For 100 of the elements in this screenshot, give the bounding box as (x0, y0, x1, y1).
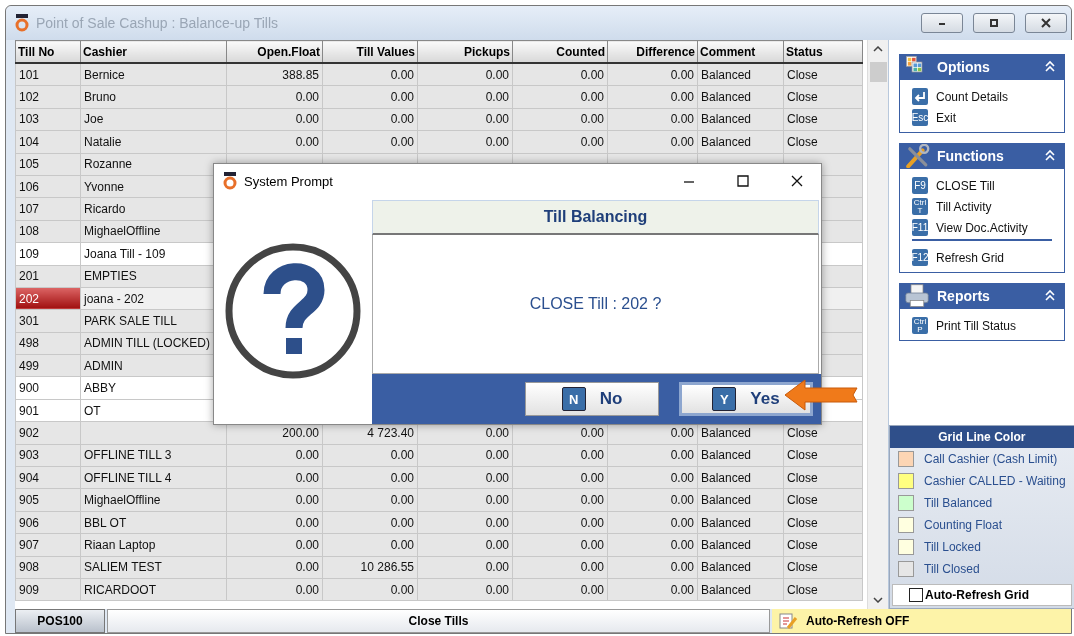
table-cell: 0.00 (512, 466, 608, 489)
panel-header[interactable]: Reports (899, 283, 1065, 309)
table-cell: 900 (15, 376, 81, 400)
table-cell: 0.00 (322, 466, 418, 489)
panel-title: Reports (937, 288, 990, 304)
menu-item[interactable]: F9 CLOSE Till (912, 177, 1052, 194)
menu-item[interactable]: Ctrl P Print Till Status (912, 317, 1052, 334)
legend-label: Counting Float (924, 518, 1003, 532)
table-row[interactable]: 101 Bernice 388.85 0.00 0.00 0.00 0.00 Balanced Close (15, 63, 863, 86)
table-cell: 908 (15, 556, 81, 579)
table-cell: 0.00 (512, 488, 608, 512)
close-icon[interactable] (1039, 16, 1053, 30)
table-cell: Close (783, 533, 863, 557)
table-row[interactable]: 907 Riaan Laptop 0.00 0.00 0.00 0.00 0.00 Balanced Close (15, 533, 863, 557)
table-cell: Close (783, 488, 863, 512)
table-cell: 0.00 (417, 108, 513, 131)
table-cell: 0.00 (417, 488, 513, 512)
menu-item[interactable]: F12 Refresh Grid (912, 249, 1052, 266)
table-cell: 0.00 (226, 556, 323, 579)
table-cell: 0.00 (417, 130, 513, 154)
table-cell: 0.00 (322, 444, 418, 467)
table-cell: 0.00 (607, 63, 698, 86)
table-cell: 102 (15, 85, 81, 109)
restore-icon[interactable] (987, 16, 1001, 30)
key-icon: F9 (912, 177, 928, 194)
table-cell: 0.00 (226, 533, 323, 557)
table-cell: 109 (15, 242, 81, 265)
menu-item[interactable]: F11 View Doc.Activity (912, 219, 1052, 241)
table-cell: 101 (15, 63, 81, 86)
table-cell: 0.00 (512, 533, 608, 557)
close-button[interactable] (1025, 13, 1067, 33)
table-cell: Bernice (80, 63, 227, 86)
table-cell: 903 (15, 444, 81, 467)
table-row[interactable]: 103 Joe 0.00 0.00 0.00 0.00 0.00 Balanced Close (15, 108, 863, 131)
dialog-title: System Prompt (244, 173, 334, 189)
column-header[interactable]: Open.Float (226, 40, 323, 63)
column-header[interactable]: Difference (607, 40, 698, 63)
close-icon[interactable] (790, 174, 804, 188)
table-cell: 0.00 (607, 108, 698, 131)
table-cell: 105 (15, 153, 81, 176)
table-row[interactable]: 104 Natalie 0.00 0.00 0.00 0.00 0.00 Balanced Close (15, 130, 863, 154)
restore-button[interactable] (973, 13, 1015, 33)
column-header[interactable]: Pickups (417, 40, 513, 63)
window-title: Point of Sale Cashup : Balance-up Tills (36, 15, 280, 31)
column-header[interactable]: Status (783, 40, 863, 63)
key-icon: Esc (912, 109, 928, 126)
table-cell: Riaan Laptop (80, 533, 227, 557)
table-cell: 10 286.55 (322, 556, 418, 579)
table-cell: MighaelOffline (80, 488, 227, 512)
table-cell: Close (783, 466, 863, 489)
column-header[interactable]: Till Values (322, 40, 418, 63)
auto-refresh-checkbox[interactable]: Auto-Refresh Grid (892, 584, 1072, 606)
table-row[interactable]: 908 SALIEM TEST 0.00 10 286.55 0.00 0.00 0.00 Balanced Close (15, 556, 863, 579)
table-row[interactable]: 904 OFFLINE TILL 4 0.00 0.00 0.00 0.00 0.00 Balanced Close (15, 466, 863, 489)
table-cell: 0.00 (226, 466, 323, 489)
column-header[interactable]: Till No (15, 40, 81, 63)
table-row[interactable]: 903 OFFLINE TILL 3 0.00 0.00 0.00 0.00 0.00 Balanced Close (15, 444, 863, 467)
menu-item[interactable]: Ctrl T Till Activity (912, 198, 1052, 215)
document-edit-icon (778, 612, 798, 630)
column-header[interactable]: Counted (512, 40, 608, 63)
scrollbar[interactable] (867, 40, 888, 609)
column-header[interactable]: Comment (697, 40, 784, 63)
table-row[interactable]: 102 Bruno 0.00 0.00 0.00 0.00 0.00 Balanced Close (15, 85, 863, 109)
table-cell: Balanced (697, 63, 784, 86)
collapse-icon[interactable] (1044, 289, 1055, 301)
table-cell: 0.00 (512, 63, 608, 86)
table-cell: Close (783, 444, 863, 467)
table-cell: 0.00 (607, 444, 698, 467)
table-cell: Balanced (697, 488, 784, 512)
table-cell: 0.00 (322, 488, 418, 512)
table-cell: 202 (15, 287, 81, 310)
dialog-button[interactable]: Y Yes (679, 382, 813, 416)
table-row[interactable]: 909 RICARDOOT 0.00 0.00 0.00 0.00 0.00 Balanced Close (15, 578, 863, 601)
table-row[interactable]: 905 MighaelOffline 0.00 0.00 0.00 0.00 0.00 Balanced Close (15, 488, 863, 512)
table-cell: 0.00 (226, 108, 323, 131)
scroll-thumb[interactable] (869, 62, 887, 82)
maximize-icon[interactable] (736, 174, 750, 188)
table-row[interactable]: 906 BBL OT 0.00 0.00 0.00 0.00 0.00 Balanced Close (15, 511, 863, 534)
table-cell: 0.00 (607, 578, 698, 601)
table-cell: 901 (15, 399, 81, 422)
scroll-down-icon[interactable] (873, 597, 883, 603)
table-cell: 0.00 (322, 511, 418, 534)
menu-item[interactable]: Esc Exit (912, 109, 1052, 126)
collapse-icon[interactable] (1044, 60, 1055, 72)
table-cell: 907 (15, 533, 81, 557)
menu-item[interactable]: Count Details (912, 88, 1052, 105)
table-cell: 0.00 (417, 444, 513, 467)
panel-header[interactable]: Options (899, 54, 1065, 80)
dialog-button[interactable]: N No (525, 382, 659, 416)
screen-label: Close Tills (107, 609, 770, 633)
collapse-icon[interactable] (1044, 149, 1055, 161)
table-cell: Close (783, 63, 863, 86)
table-cell: 499 (15, 354, 81, 377)
table-cell: 0.00 (226, 511, 323, 534)
app-logo-icon (222, 172, 238, 190)
table-cell: 0.00 (226, 488, 323, 512)
table-cell: 301 (15, 309, 81, 333)
panel-header[interactable]: Functions (899, 143, 1065, 169)
column-header[interactable]: Cashier (80, 40, 227, 63)
scroll-up-icon[interactable] (873, 46, 883, 52)
